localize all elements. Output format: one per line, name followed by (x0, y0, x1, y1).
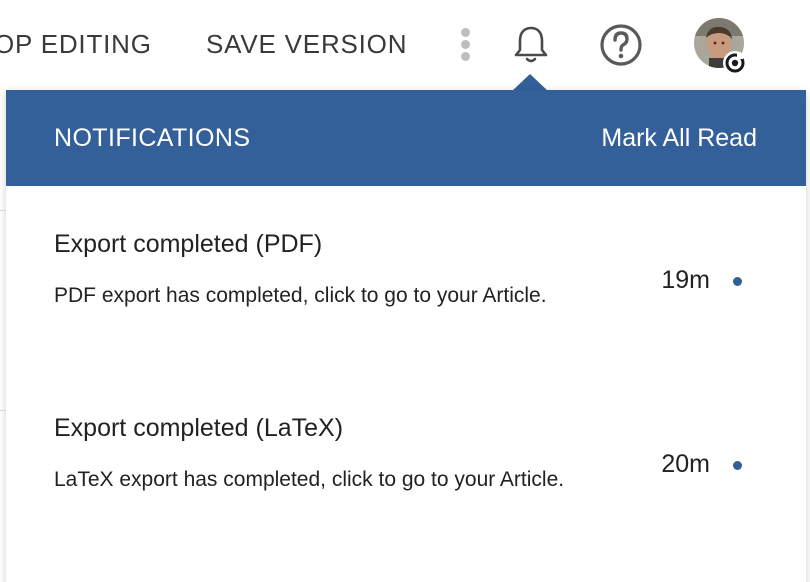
more-options-icon[interactable] (459, 28, 473, 62)
mark-all-read-button[interactable]: Mark All Read (601, 124, 757, 153)
notification-body: PDF export has completed, click to go to… (54, 284, 547, 307)
notifications-title: NOTIFICATIONS (54, 124, 251, 152)
unread-dot-icon (733, 461, 742, 470)
status-ring-icon (722, 50, 748, 76)
top-bar: OP EDITING SAVE VERSION (0, 0, 810, 90)
notification-item[interactable]: Export completed (LaTeX) LaTeX export ha… (6, 414, 806, 574)
save-version-button[interactable]: SAVE VERSION (206, 29, 407, 60)
user-menu[interactable] (694, 18, 754, 78)
stop-editing-button[interactable]: OP EDITING (0, 29, 152, 60)
unread-dot-icon (733, 277, 742, 286)
bell-icon[interactable] (511, 22, 551, 68)
notification-body: LaTeX export has completed, click to go … (54, 468, 565, 491)
notifications-header: NOTIFICATIONS Mark All Read (6, 90, 806, 186)
notification-title: Export completed (PDF) (54, 230, 323, 258)
notification-time: 20m (661, 450, 710, 478)
notification-time: 19m (661, 266, 710, 294)
dropdown-pointer (512, 74, 548, 91)
notifications-panel: NOTIFICATIONS Mark All Read Export compl… (6, 90, 806, 582)
notification-item[interactable]: Export completed (PDF) PDF export has co… (6, 230, 806, 390)
help-icon[interactable] (598, 22, 644, 68)
notification-title: Export completed (LaTeX) (54, 414, 344, 442)
